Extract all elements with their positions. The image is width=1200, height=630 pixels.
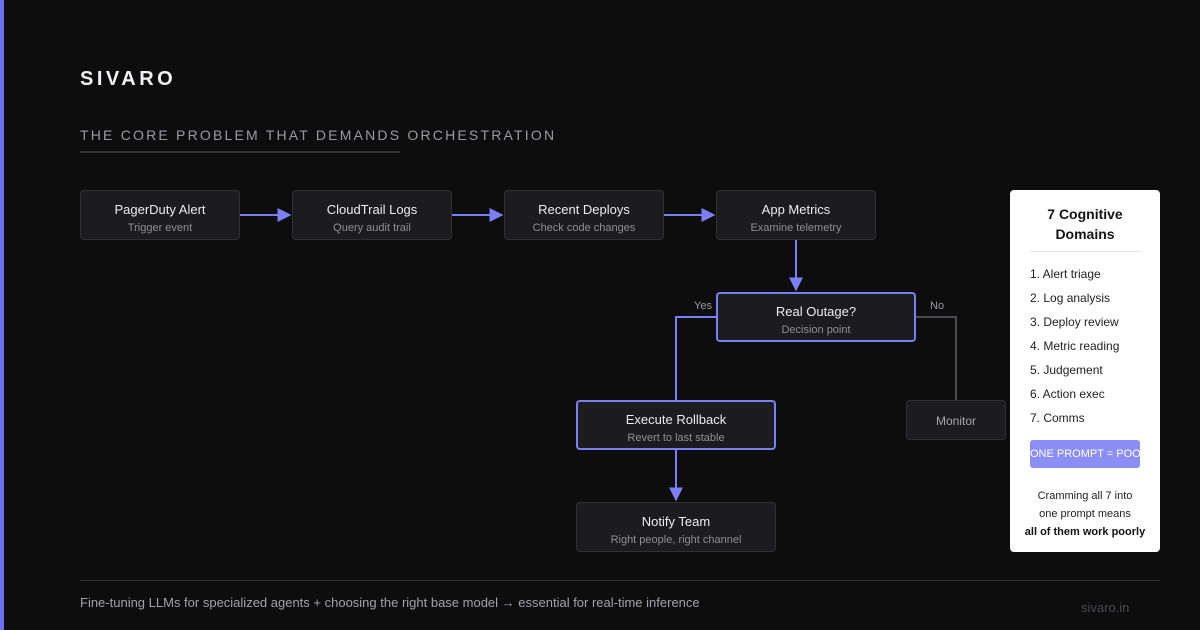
node-subtitle: Check code changes <box>532 222 636 234</box>
domain-list: 1. Alert triage 2. Log analysis 3. Deplo… <box>1030 266 1119 434</box>
node-monitor: Monitor <box>906 400 1006 440</box>
footer-tagline: Fine-tuning LLMs for specialized agents … <box>80 595 700 610</box>
edge-outage-to-rollback-yes <box>675 316 716 400</box>
note-line1: Cramming all 7 into <box>1037 490 1133 502</box>
note-line2: one prompt means <box>1039 508 1131 520</box>
node-subtitle: Trigger event <box>127 222 193 234</box>
panel-note: Cramming all 7 into one prompt means all… <box>1020 487 1150 541</box>
footer-divider <box>80 580 1160 581</box>
node-title: Monitor <box>935 414 976 428</box>
panel-title-line1: 7 Cognitive <box>1047 206 1123 222</box>
node-subtitle: Decision point <box>781 324 851 336</box>
node-title: CloudTrail Logs <box>326 202 418 217</box>
edge-outage-to-monitor-no <box>916 316 957 400</box>
node-app-metrics: App Metrics Examine telemetry <box>716 190 876 240</box>
node-cloudtrail-logs: CloudTrail Logs Query audit trail <box>292 190 452 240</box>
domain-item: 1. Alert triage <box>1030 267 1101 281</box>
branch-label-no: No <box>930 300 945 312</box>
node-subtitle: Examine telemetry <box>750 222 842 234</box>
domain-item: 5. Judgement <box>1030 363 1103 377</box>
node-title: Execute Rollback <box>625 412 727 427</box>
one-prompt-badge: ONE PROMPT = POOR <box>1030 440 1149 468</box>
node-subtitle: Right people, right channel <box>610 534 742 546</box>
node-notify-team: Notify Team Right people, right channel <box>576 502 776 552</box>
domain-item: 6. Action exec <box>1030 387 1105 401</box>
footer-url-link[interactable]: sivaro.in <box>1081 600 1129 615</box>
node-subtitle: Revert to last stable <box>627 432 725 444</box>
node-title: PagerDuty Alert <box>114 202 206 217</box>
note-emphasis: all of them work poorly <box>1024 526 1146 538</box>
domain-item: 7. Comms <box>1030 411 1085 425</box>
node-title: Recent Deploys <box>538 202 630 217</box>
node-title: App Metrics <box>761 202 831 217</box>
node-execute-rollback: Execute Rollback Revert to last stable <box>576 400 776 450</box>
domain-item: 3. Deploy review <box>1030 315 1119 329</box>
node-real-outage-decision: Real Outage? Decision point <box>716 292 916 342</box>
panel-title: 7 Cognitive Domains <box>1010 204 1160 244</box>
cognitive-domains-panel: 7 Cognitive Domains 1. Alert triage 2. L… <box>1010 190 1160 552</box>
node-title: Notify Team <box>641 514 711 529</box>
panel-title-line2: Domains <box>1055 226 1115 242</box>
node-recent-deploys: Recent Deploys Check code changes <box>504 190 664 240</box>
node-subtitle: Query audit trail <box>333 222 411 234</box>
node-pagerduty-alert: PagerDuty Alert Trigger event <box>80 190 240 240</box>
domain-item: 2. Log analysis <box>1030 291 1111 305</box>
panel-divider <box>1030 251 1140 252</box>
domain-item: 4. Metric reading <box>1030 339 1120 353</box>
branch-label-yes: Yes <box>694 300 712 312</box>
node-title: Real Outage? <box>775 304 857 319</box>
